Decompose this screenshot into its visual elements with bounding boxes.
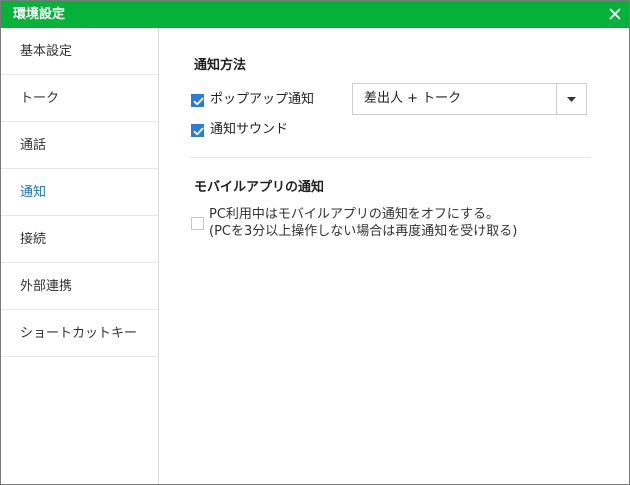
sidebar-item-talk[interactable]: トーク: [1, 75, 158, 122]
close-button[interactable]: [605, 4, 625, 24]
notification-sound-checkbox[interactable]: 通知サウンド: [191, 122, 311, 138]
checkbox-checked-icon: [191, 94, 204, 107]
sidebar-item-notifications[interactable]: 通知: [1, 169, 158, 216]
sidebar-item-label: 外部連携: [20, 279, 73, 294]
chevron-down-icon: [567, 97, 576, 102]
settings-window: 環境設定 基本設定 トーク 通話 通知 接続 外部連携 ショートカットキー 通知…: [0, 0, 630, 485]
sidebar-item-integrations[interactable]: 外部連携: [1, 263, 158, 310]
popup-style-value: 差出人 + トーク: [364, 91, 462, 106]
sidebar-item-label: 通話: [20, 138, 47, 153]
window-title: 環境設定: [13, 7, 66, 22]
checkbox-checked-icon: [191, 124, 204, 137]
checkbox-unchecked-icon: [191, 217, 204, 230]
popup-notification-label: ポップアップ通知: [210, 92, 315, 107]
notification-sound-label: 通知サウンド: [210, 122, 289, 137]
mobile-notification-off-label: PC利用中はモバイルアプリの通知をオフにする。 (PCを3分以上操作しない場合は…: [209, 206, 517, 240]
title-bar[interactable]: 環境設定: [1, 1, 629, 28]
sidebar-item-label: 接続: [20, 232, 47, 247]
notification-method-heading: 通知方法: [194, 58, 247, 73]
mobile-option-line1: PC利用中はモバイルアプリの通知をオフにする。: [209, 207, 500, 222]
sidebar-item-label: 通知: [20, 185, 47, 200]
sidebar-item-general[interactable]: 基本設定: [1, 28, 158, 75]
settings-sidebar: 基本設定 トーク 通話 通知 接続 外部連携 ショートカットキー: [1, 28, 159, 484]
mobile-app-heading: モバイルアプリの通知: [194, 180, 325, 195]
mobile-option-line2: (PCを3分以上操作しない場合は再度通知を受け取る): [209, 224, 518, 239]
dropdown-toggle[interactable]: [556, 84, 586, 114]
popup-notification-checkbox[interactable]: ポップアップ通知: [191, 92, 341, 108]
close-icon: [609, 8, 621, 20]
mobile-notification-off-checkbox[interactable]: [191, 217, 205, 231]
sidebar-item-label: 基本設定: [20, 44, 73, 59]
sidebar-item-shortcuts[interactable]: ショートカットキー: [1, 310, 158, 357]
sidebar-item-label: トーク: [20, 91, 60, 106]
popup-style-select[interactable]: 差出人 + トーク: [352, 83, 587, 115]
notification-settings-panel: 通知方法 ポップアップ通知 差出人 + トーク 通知サウンド モバイルアプリの通…: [159, 28, 629, 484]
sidebar-item-call[interactable]: 通話: [1, 122, 158, 169]
section-divider: [190, 157, 590, 158]
sidebar-item-label: ショートカットキー: [20, 326, 138, 341]
sidebar-item-connection[interactable]: 接続: [1, 216, 158, 263]
